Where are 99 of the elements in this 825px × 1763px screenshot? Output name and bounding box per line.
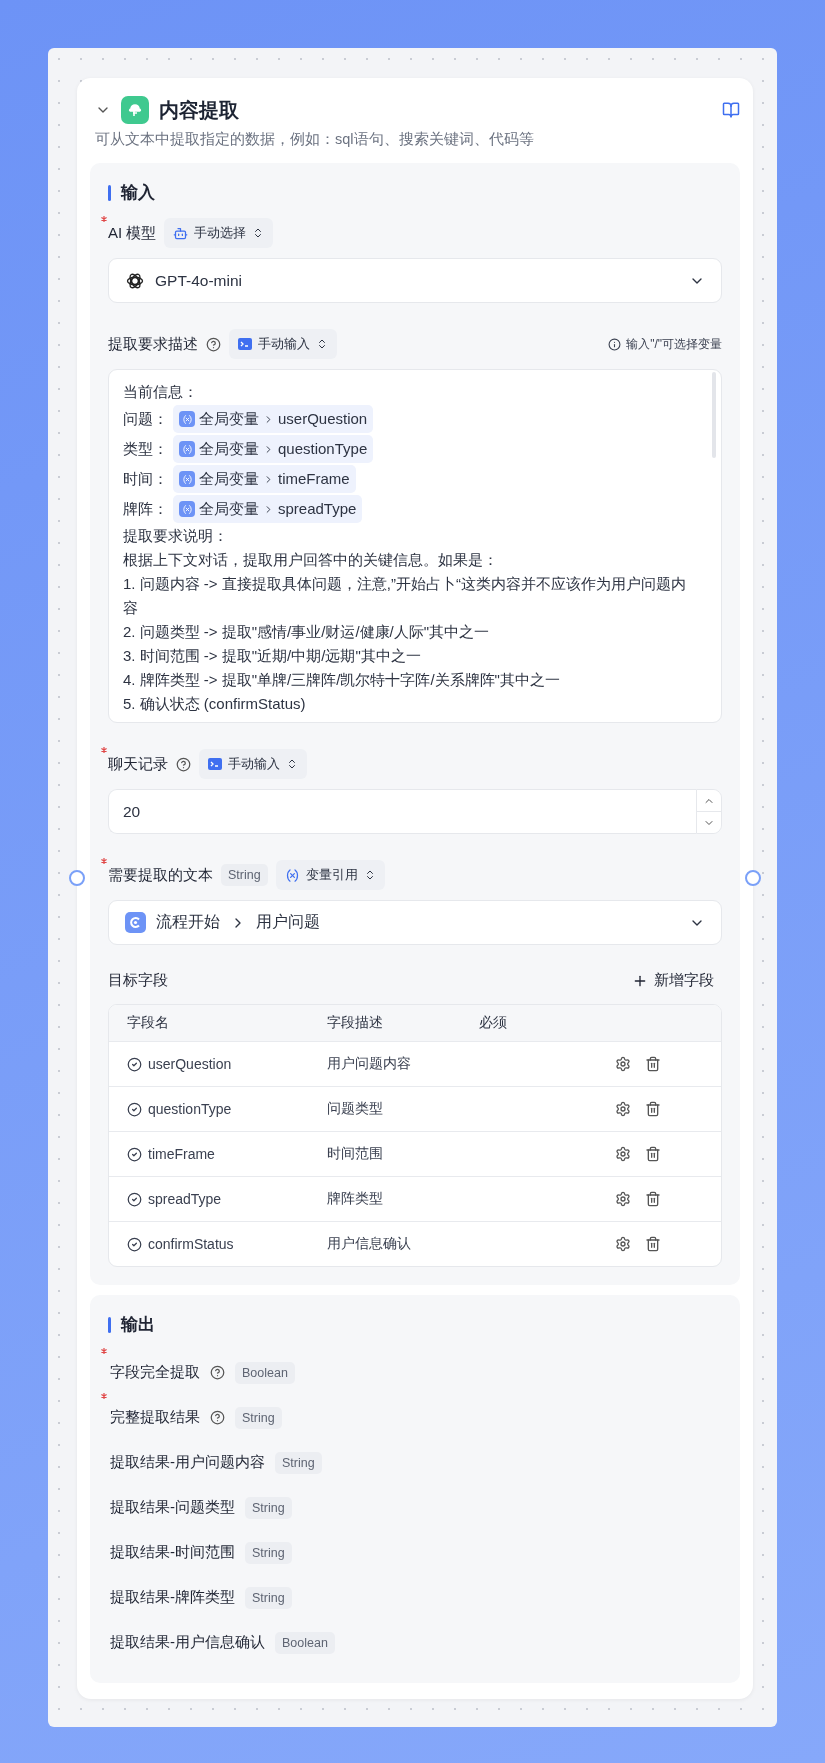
trash-icon[interactable] — [645, 1056, 661, 1072]
table-cell: questionType — [127, 1101, 327, 1117]
table-cell: timeFrame — [127, 1146, 327, 1162]
mode-selector[interactable]: 手动输入 — [229, 329, 337, 359]
variable-chip[interactable]: 全局变量 spreadType — [173, 495, 363, 523]
type-tag: Boolean — [275, 1631, 335, 1654]
chevron-right-icon — [263, 503, 274, 515]
type-tag: String — [245, 1586, 292, 1609]
table-cell: spreadType — [127, 1191, 327, 1207]
variable-label: 问题： — [123, 409, 169, 429]
variable-chip[interactable]: 全局变量 userQuestion — [173, 405, 374, 433]
section-title: 输入 — [121, 182, 155, 204]
mode-selector[interactable]: 手动输入 — [199, 749, 307, 779]
node-description: 可从文本中提取指定的数据，例如：sql语句、搜索关键词、代码等 — [95, 130, 535, 149]
add-field-button[interactable]: 新增字段 — [632, 971, 722, 990]
prompt-text: 4. 牌阵类型 -> 提取"单牌/三牌阵/凯尔特十字阵/关系牌阵"其中之一 — [123, 670, 561, 690]
variable-label: 牌阵： — [123, 499, 169, 519]
variable-icon — [179, 411, 195, 427]
robot-icon — [173, 225, 189, 241]
variable-label: 类型： — [123, 439, 169, 459]
mode-selector[interactable]: 变量引用 — [275, 860, 385, 890]
output-handle[interactable] — [745, 870, 761, 886]
field-label: 目标字段 — [108, 971, 168, 990]
check-circle-icon — [127, 1191, 142, 1207]
updown-icon — [316, 338, 328, 350]
terminal-icon — [238, 338, 252, 350]
table-cell-text: 牌阵类型 — [327, 1190, 384, 1208]
output-label: 提取结果-问题类型 — [110, 1498, 235, 1517]
trash-icon[interactable] — [645, 1236, 661, 1252]
field-label: 需要提取的文本 — [108, 865, 213, 885]
table-cell-text: 问题类型 — [327, 1100, 384, 1118]
output-label: 提取结果-用户信息确认 — [110, 1633, 265, 1652]
check-circle-icon — [127, 1146, 142, 1162]
start-icon — [125, 912, 146, 933]
updown-icon — [286, 758, 298, 770]
check-circle-icon — [127, 1101, 142, 1117]
node-title: 内容提取 — [159, 97, 240, 123]
variable-icon — [284, 867, 300, 883]
output-label: 提取结果-牌阵类型 — [110, 1588, 235, 1607]
number-input[interactable]: 20 — [108, 789, 696, 834]
trash-icon[interactable] — [645, 1191, 661, 1207]
output-label: 提取结果-时间范围 — [110, 1543, 235, 1562]
hint-text: 输入"/"可选择变量 — [608, 335, 722, 353]
prompt-editor[interactable] — [108, 369, 722, 723]
column-header: 字段描述 — [327, 1014, 384, 1032]
prompt-text: 1. 问题内容 -> 直接提取具体问题，注意,”开始占卜“这类内容并不应该作为用户问题内容 — [123, 574, 687, 618]
column-header: 必须 — [479, 1014, 508, 1032]
type-tag: String — [275, 1451, 322, 1474]
field-label: 聊天记录 — [108, 754, 168, 774]
variable-icon — [179, 501, 195, 517]
model-select[interactable]: GPT-4o-mini — [108, 258, 722, 303]
prompt-text: 根据上下文对话，提取用户回答中的关键信息。如果是： — [123, 550, 499, 570]
prompt-text: 5. 确认状态 (confirmStatus) — [123, 694, 307, 714]
variable-chip[interactable]: 全局变量 timeFrame — [173, 465, 356, 493]
output-label: 完整提取结果 — [110, 1408, 200, 1427]
settings-icon[interactable] — [615, 1236, 631, 1252]
table-cell-text: 用户信息确认 — [327, 1235, 412, 1253]
type-tag: String — [245, 1541, 292, 1564]
table-cell-text: 时间范围 — [327, 1145, 384, 1163]
variable-chip[interactable]: 全局变量 questionType — [173, 435, 374, 463]
table-cell-text: 用户问题内容 — [327, 1055, 412, 1073]
trash-icon[interactable] — [645, 1146, 661, 1162]
book-icon[interactable] — [722, 101, 740, 119]
terminal-icon — [208, 758, 222, 770]
input-handle[interactable] — [69, 870, 85, 886]
prompt-text: 2. 问题类型 -> 提取"感情/事业/财运/健康/人际"其中之一 — [123, 622, 491, 642]
check-circle-icon — [127, 1056, 142, 1072]
settings-icon[interactable] — [615, 1101, 631, 1117]
type-tag: String — [221, 864, 268, 886]
prompt-text: 提取要求说明： — [123, 526, 229, 546]
check-circle-icon — [127, 1236, 142, 1252]
output-label: 字段完全提取 — [110, 1363, 200, 1382]
help-icon[interactable] — [210, 1410, 225, 1425]
settings-icon[interactable] — [615, 1146, 631, 1162]
variable-select[interactable]: 流程开始 用户问题 — [108, 900, 722, 945]
mode-selector[interactable]: 手动选择 — [164, 218, 274, 248]
type-tag: String — [245, 1496, 292, 1519]
type-tag: String — [235, 1406, 282, 1429]
variable-icon — [179, 471, 195, 487]
prompt-text: 当前信息： — [123, 382, 199, 402]
info-icon — [608, 337, 622, 351]
settings-icon[interactable] — [615, 1191, 631, 1207]
table-cell: confirmStatus — [127, 1236, 327, 1252]
variable-label: 时间： — [123, 469, 169, 489]
section-title: 输出 — [121, 1314, 155, 1336]
table-cell: userQuestion — [127, 1056, 327, 1072]
node-icon — [121, 96, 149, 124]
type-tag: Boolean — [235, 1361, 295, 1384]
column-header: 字段名 — [127, 1014, 170, 1032]
help-icon[interactable] — [176, 756, 191, 772]
prompt-text: 3. 时间范围 -> 提取"近期/中期/远期"其中之一 — [123, 646, 422, 666]
variable-icon — [179, 441, 195, 457]
output-label: 提取结果-用户问题内容 — [110, 1453, 265, 1472]
field-label: 提取要求描述 — [108, 334, 198, 354]
trash-icon[interactable] — [645, 1101, 661, 1117]
help-icon[interactable] — [210, 1365, 225, 1380]
field-label: AI 模型 — [108, 223, 157, 243]
settings-icon[interactable] — [615, 1056, 631, 1072]
help-icon[interactable] — [206, 336, 221, 352]
